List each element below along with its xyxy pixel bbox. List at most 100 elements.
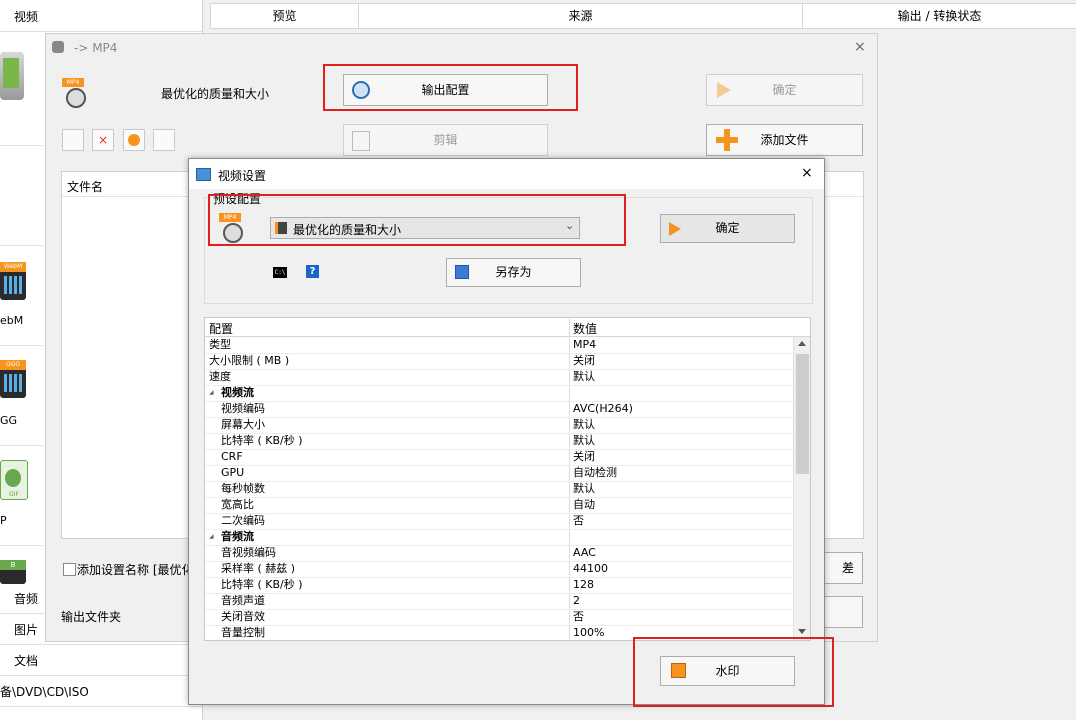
property-value[interactable]: 默认 xyxy=(573,433,595,449)
col-preview[interactable]: 预览 xyxy=(211,4,359,28)
gear-icon xyxy=(352,81,370,99)
save-as-button[interactable]: 另存为 xyxy=(446,258,581,287)
help-icon[interactable]: ? xyxy=(306,265,319,278)
ogg-format-icon[interactable]: OGG xyxy=(0,360,26,398)
video-settings-icon xyxy=(196,168,211,181)
format-icon-partial[interactable]: B xyxy=(0,560,26,584)
config-column-header: 配置 xyxy=(209,322,234,336)
property-row[interactable]: 视频编码 AVC(H264) xyxy=(205,401,793,418)
property-name: CRF xyxy=(221,450,243,463)
app-icon xyxy=(52,41,64,53)
gif-format-icon[interactable]: GIF xyxy=(0,460,28,500)
property-row[interactable]: 宽高比 自动 xyxy=(205,497,793,514)
scrollbar-thumb[interactable] xyxy=(796,354,809,474)
watermark-button[interactable]: 水印 xyxy=(660,656,795,686)
command-line-icon[interactable]: C:\ xyxy=(273,267,287,278)
property-value[interactable]: MP4 xyxy=(573,337,596,353)
output-folder-label: 输出文件夹 xyxy=(61,610,122,624)
col-source[interactable]: 来源 xyxy=(359,4,803,28)
property-name: 比特率 ( KB/秒 ) xyxy=(221,434,303,447)
category-video[interactable]: 视频 xyxy=(0,3,202,32)
property-name: 类型 xyxy=(209,338,231,351)
property-value[interactable]: 否 xyxy=(573,513,584,529)
dialog-title: -> MP4 xyxy=(74,41,118,55)
remove-icon[interactable] xyxy=(62,129,84,151)
property-value[interactable]: 关闭 xyxy=(573,353,595,369)
property-row[interactable]: 比特率 ( KB/秒 ) 默认 xyxy=(205,433,793,450)
property-value[interactable]: 128 xyxy=(573,577,594,593)
add-setting-name-checkbox[interactable] xyxy=(63,563,76,576)
property-value[interactable]: 44100 xyxy=(573,561,608,577)
preset-name: 最优化的质量和大小 xyxy=(161,87,270,101)
film-icon xyxy=(275,222,287,234)
property-name: 关闭音效 xyxy=(221,610,265,623)
property-value[interactable]: AAC xyxy=(573,545,596,561)
property-row[interactable]: 音量控制 100% xyxy=(205,625,793,640)
col-output-status[interactable]: 输出 / 转换状态 xyxy=(803,4,1076,28)
add-file-button[interactable]: 添加文件 xyxy=(706,124,863,156)
property-value[interactable]: 2 xyxy=(573,593,580,609)
settings-property-grid[interactable]: 配置 数值 类型 MP4 大小限制 ( MB ) 关闭 速度 默认 ◢ 视频流 视频编码 AVC(… xyxy=(204,317,811,641)
property-row[interactable]: 类型 MP4 xyxy=(205,337,793,354)
scroll-up-icon[interactable] xyxy=(798,341,806,346)
property-value[interactable]: 否 xyxy=(573,609,584,625)
webm-format-icon[interactable]: WebM xyxy=(0,262,26,300)
output-config-button[interactable]: 输出配置 xyxy=(343,74,548,106)
property-row[interactable]: 采样率 ( 赫兹 ) 44100 xyxy=(205,561,793,578)
property-name: 宽高比 xyxy=(221,498,254,511)
property-row[interactable]: 屏幕大小 默认 xyxy=(205,417,793,434)
property-name: 采样率 ( 赫兹 ) xyxy=(221,562,296,575)
category-dvd-cd-iso[interactable]: 备\DVD\CD\ISO xyxy=(0,678,202,707)
filename-column-header[interactable]: 文件名 xyxy=(67,178,103,195)
webm-format-label[interactable]: ebM xyxy=(0,314,23,327)
arrow-right-icon xyxy=(717,82,731,98)
property-value[interactable]: 自动 xyxy=(573,497,595,513)
close-icon[interactable]: × xyxy=(854,39,866,55)
clear-icon[interactable]: × xyxy=(92,129,114,151)
property-section[interactable]: ◢ 视频流 xyxy=(205,385,793,402)
collapse-icon[interactable]: ◢ xyxy=(209,385,214,401)
property-section[interactable]: ◢ 音频流 xyxy=(205,529,793,546)
media-info-icon[interactable] xyxy=(153,129,175,151)
mobile-device-icon[interactable] xyxy=(0,52,24,100)
property-row[interactable]: 大小限制 ( MB ) 关闭 xyxy=(205,353,793,370)
property-name: 屏幕大小 xyxy=(221,418,265,431)
property-row[interactable]: GPU 自动检测 xyxy=(205,465,793,482)
mp4-format-icon: MP4 xyxy=(62,78,90,110)
property-row[interactable]: 关闭音效 否 xyxy=(205,609,793,626)
property-row[interactable]: 每秒帧数 默认 xyxy=(205,481,793,498)
property-name: 每秒帧数 xyxy=(221,482,265,495)
property-row[interactable]: 二次编码 否 xyxy=(205,513,793,530)
vertical-scrollbar[interactable] xyxy=(793,337,810,640)
section-label: 视频流 xyxy=(221,386,254,399)
confirm-button[interactable]: 确定 xyxy=(706,74,863,106)
property-name: 音量控制 xyxy=(221,626,265,639)
property-value[interactable]: 默认 xyxy=(573,481,595,497)
close-icon[interactable]: × xyxy=(801,165,813,181)
title-bar xyxy=(189,159,824,189)
property-value[interactable]: 默认 xyxy=(573,417,595,433)
collapse-icon[interactable]: ◢ xyxy=(209,529,214,545)
preset-select[interactable]: 最优化的质量和大小 ⌄ xyxy=(270,217,580,239)
property-row[interactable]: 比特率 ( KB/秒 ) 128 xyxy=(205,577,793,594)
property-value[interactable]: AVC(H264) xyxy=(573,401,633,417)
chevron-down-icon: ⌄ xyxy=(565,219,575,232)
property-row[interactable]: 速度 默认 xyxy=(205,369,793,386)
scroll-down-icon[interactable] xyxy=(798,629,806,634)
property-grid-header xyxy=(205,318,810,337)
plus-icon xyxy=(716,129,738,151)
gif-format-label[interactable]: P xyxy=(0,514,7,527)
property-name: 比特率 ( KB/秒 ) xyxy=(221,578,303,591)
property-row[interactable]: 音频声道 2 xyxy=(205,593,793,610)
confirm-button[interactable]: 确定 xyxy=(660,214,795,243)
property-value[interactable]: 100% xyxy=(573,625,604,640)
play-icon[interactable] xyxy=(123,129,145,151)
property-value[interactable]: 关闭 xyxy=(573,449,595,465)
category-document[interactable]: 文档 xyxy=(0,647,202,676)
ogg-format-label[interactable]: GG xyxy=(0,414,17,427)
property-value[interactable]: 默认 xyxy=(573,369,595,385)
property-row[interactable]: 音视频编码 AAC xyxy=(205,545,793,562)
property-value[interactable]: 自动检测 xyxy=(573,465,617,481)
clip-button[interactable]: 剪辑 xyxy=(343,124,548,156)
property-row[interactable]: CRF 关闭 xyxy=(205,449,793,466)
